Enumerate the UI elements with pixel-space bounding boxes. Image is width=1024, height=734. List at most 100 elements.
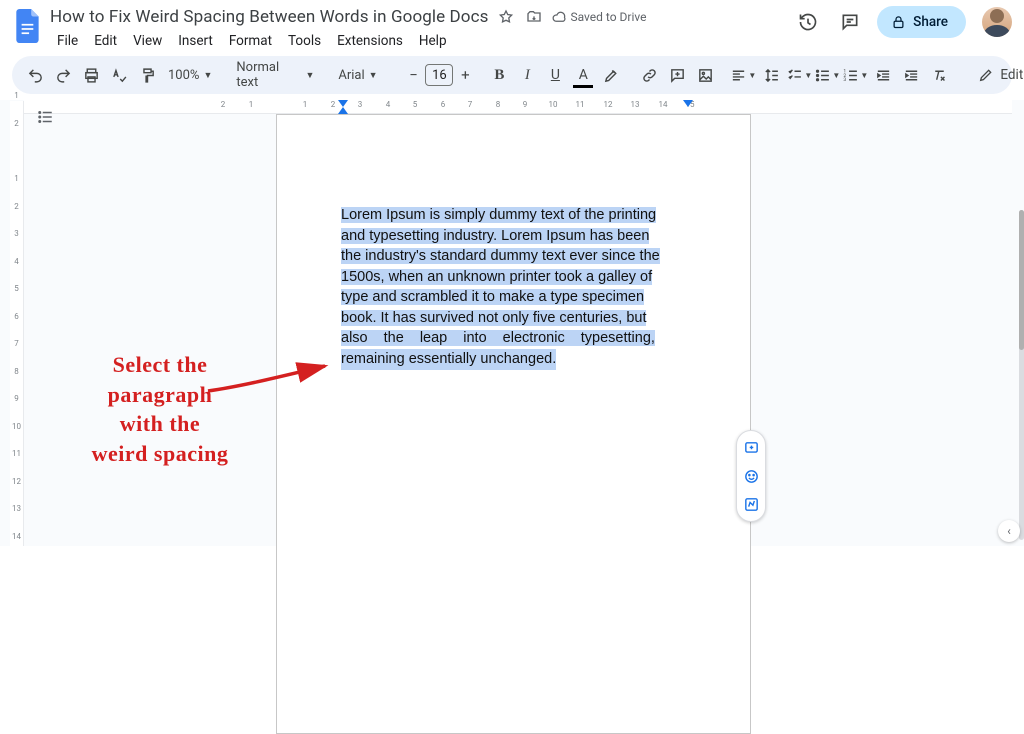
bold-icon[interactable]: B [486,62,512,88]
ruler-tick: 3 [358,100,363,109]
insert-link-icon[interactable] [636,62,662,88]
ruler-tick: 8 [10,367,23,376]
para-line: also the leap into electronic typesettin… [341,330,655,346]
ruler-tick: 4 [386,100,391,109]
editing-mode-dropdown[interactable]: Editing▼ [966,64,1024,86]
bulleted-list-icon[interactable]: ▼ [814,62,840,88]
underline-icon[interactable]: U [542,62,568,88]
ruler-tick: 1 [10,91,23,100]
ruler-tick: 5 [413,100,418,109]
left-indent-marker[interactable] [338,107,348,114]
document-title[interactable]: How to Fix Weird Spacing Between Words i… [50,7,488,27]
redo-icon[interactable] [50,62,76,88]
menu-tools[interactable]: Tools [281,30,328,52]
header-right: Share [793,6,1012,38]
document-area: 2 1 1 2 3 4 5 6 7 8 9 10 11 12 13 14 15 … [0,100,1024,546]
annotation-line: with the [55,409,265,439]
suggest-edits-icon[interactable] [738,491,764,517]
ruler-tick: 2 [10,202,23,211]
ruler-tick: 9 [10,394,23,403]
svg-text:3: 3 [844,77,847,83]
ruler-tick: 3 [10,229,23,238]
font-size-decrease[interactable]: − [404,64,422,86]
ruler-tick: 1 [249,100,254,109]
align-icon[interactable]: ▼ [730,62,756,88]
vertical-ruler[interactable]: 1 2 1 2 3 4 5 6 7 8 9 10 11 12 13 14 [10,101,24,546]
comments-icon[interactable] [835,7,865,37]
print-icon[interactable] [78,62,104,88]
font-size-input[interactable]: 16 [425,64,453,86]
italic-icon[interactable]: I [514,62,540,88]
font-size-group: − 16 + [404,64,474,86]
share-button-label: Share [913,14,948,30]
ruler-tick: 12 [604,100,613,109]
explore-icon[interactable]: ‹ [998,520,1020,542]
emoji-reaction-icon[interactable] [738,463,764,489]
line-spacing-icon[interactable] [758,62,784,88]
document-page[interactable]: Lorem Ipsum is simply dummy text of the … [276,114,751,734]
para-line: book. It has survived not only five cent… [341,310,646,326]
ruler-tick: 11 [10,449,23,458]
horizontal-ruler[interactable]: 2 1 1 2 3 4 5 6 7 8 9 10 11 12 13 14 15 [24,100,1012,114]
numbered-list-icon[interactable]: 123▼ [842,62,868,88]
menu-format[interactable]: Format [222,30,279,52]
para-line: 1500s, when an unknown printer took a ga… [341,269,652,285]
paint-format-icon[interactable] [134,62,160,88]
highlight-icon[interactable] [598,62,624,88]
ruler-tick: 10 [549,100,558,109]
paragraph-style-dropdown[interactable]: Normal text▼ [230,60,320,90]
menu-insert[interactable]: Insert [171,30,220,52]
first-line-indent-marker[interactable] [338,100,348,107]
para-line: and typesetting industry. Lorem Ipsum ha… [341,228,649,244]
font-size-increase[interactable]: + [456,64,474,86]
increase-indent-icon[interactable] [898,62,924,88]
para-line: type and scrambled it to make a type spe… [341,289,644,305]
arrow-icon [203,358,333,398]
ruler-tick: 6 [10,312,23,321]
header-bar: How to Fix Weird Spacing Between Words i… [0,0,1024,56]
para-line: the industry's standard dummy text ever … [341,248,660,264]
ruler-tick: 10 [10,422,23,431]
history-icon[interactable] [793,7,823,37]
menu-edit[interactable]: Edit [87,30,124,52]
ruler-tick: 7 [468,100,473,109]
menu-help[interactable]: Help [412,30,454,52]
insert-image-icon[interactable] [692,62,718,88]
checklist-icon[interactable]: ▼ [786,62,812,88]
clear-format-icon[interactable] [926,62,952,88]
selected-paragraph[interactable]: Lorem Ipsum is simply dummy text of the … [341,205,686,370]
show-outline-icon[interactable] [34,106,56,128]
menu-bar: File Edit View Insert Format Tools Exten… [50,30,646,52]
share-button[interactable]: Share [877,6,966,38]
ruler-tick: 1 [303,100,308,109]
menu-extensions[interactable]: Extensions [330,30,410,52]
star-icon[interactable] [496,7,516,27]
toolbar: 100%▼ Normal text▼ Arial▼ − 16 + B I U A… [12,56,1012,94]
ruler-tick: 12 [10,477,23,486]
menu-view[interactable]: View [126,30,169,52]
para-line: remaining essentially unchanged. [341,349,556,370]
annotation-line: weird spacing [55,439,265,469]
para-line: Lorem Ipsum is simply dummy text of the … [341,207,656,223]
text-color-icon[interactable]: A [570,62,596,88]
undo-icon[interactable] [22,62,48,88]
menu-file[interactable]: File [50,30,85,52]
cloud-status-label: Saved to Drive [570,10,646,24]
add-comment-icon[interactable] [738,435,764,461]
decrease-indent-icon[interactable] [870,62,896,88]
ruler-tick: 8 [496,100,501,109]
scrollbar-thumb[interactable] [1019,210,1024,350]
account-avatar[interactable] [982,7,1012,37]
ruler-tick: 7 [10,339,23,348]
toolbar-wrap: 100%▼ Normal text▼ Arial▼ − 16 + B I U A… [0,56,1024,102]
selection-side-panel [736,430,766,522]
cloud-status[interactable]: Saved to Drive [552,10,646,25]
spellcheck-icon[interactable] [106,62,132,88]
zoom-dropdown[interactable]: 100%▼ [162,68,218,83]
ruler-tick: 2 [221,100,226,109]
docs-logo-icon[interactable] [12,6,44,46]
font-family-dropdown[interactable]: Arial▼ [332,68,392,83]
right-indent-marker[interactable] [683,100,693,107]
add-comment-icon[interactable] [664,62,690,88]
move-icon[interactable] [524,7,544,27]
